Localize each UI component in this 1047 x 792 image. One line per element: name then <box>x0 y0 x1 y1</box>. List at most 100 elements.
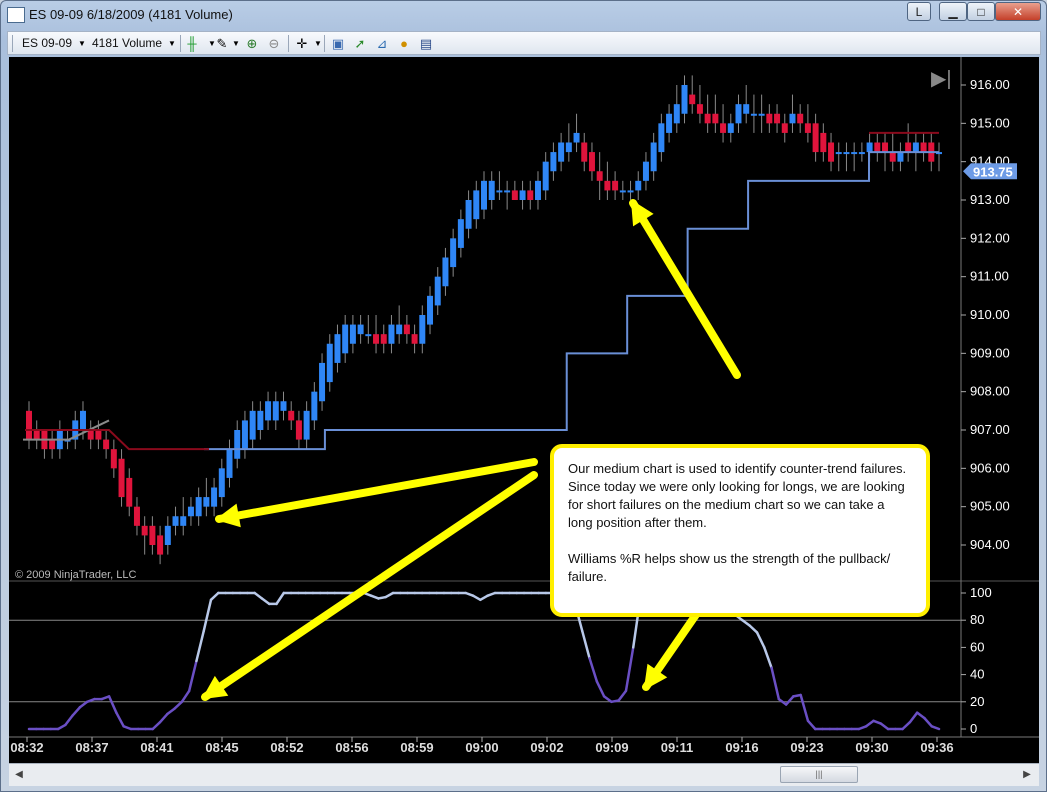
link-button[interactable]: L <box>907 2 931 21</box>
scroll-thumb[interactable]: ||| <box>780 766 858 783</box>
candle-body[interactable] <box>581 142 588 162</box>
candle-body[interactable] <box>272 401 279 421</box>
candle-body[interactable] <box>534 180 541 200</box>
indicators-icon[interactable]: ⊿ <box>374 36 390 52</box>
candle-body[interactable] <box>835 152 842 155</box>
candle-body[interactable] <box>843 152 850 155</box>
candle-body[interactable] <box>103 439 110 450</box>
candle-body[interactable] <box>797 113 804 124</box>
candle-body[interactable] <box>882 142 889 153</box>
horizontal-scrollbar[interactable]: ◀ ||| ▶ <box>9 763 1039 786</box>
chart-svg[interactable]: 916.00915.00914.00913.00912.00911.00910.… <box>9 57 1039 763</box>
candle-body[interactable] <box>781 123 788 133</box>
candle-body[interactable] <box>419 315 426 344</box>
candle-body[interactable] <box>265 401 272 421</box>
candle-body[interactable] <box>889 152 896 162</box>
candle-body[interactable] <box>874 142 881 153</box>
chevron-down-icon[interactable]: ▼ <box>228 36 244 52</box>
candle-body[interactable] <box>473 190 480 220</box>
candle-body[interactable] <box>828 142 835 162</box>
candle-body[interactable] <box>126 477 133 507</box>
candle-body[interactable] <box>488 180 495 200</box>
candle-body[interactable] <box>920 142 927 153</box>
candle-body[interactable] <box>642 161 649 181</box>
candle-body[interactable] <box>612 180 619 191</box>
coin-icon[interactable]: ● <box>396 36 412 52</box>
interval-selector[interactable]: 4181 Volume <box>92 36 162 50</box>
candle-body[interactable] <box>905 142 912 153</box>
candle-body[interactable] <box>758 113 765 116</box>
candle-body[interactable] <box>565 142 572 153</box>
chevron-down-icon[interactable]: ▼ <box>164 36 180 52</box>
candle-body[interactable] <box>704 113 711 124</box>
candle-body[interactable] <box>349 324 356 344</box>
candle-body[interactable] <box>588 152 595 172</box>
candle-body[interactable] <box>511 190 518 200</box>
candle-body[interactable] <box>696 104 703 114</box>
candle-body[interactable] <box>504 190 511 193</box>
candle-body[interactable] <box>164 525 171 545</box>
candle-body[interactable] <box>573 132 580 143</box>
candle-body[interactable] <box>812 123 819 153</box>
candle-body[interactable] <box>157 535 164 555</box>
candle-body[interactable] <box>866 142 873 153</box>
minimize-button[interactable]: ▁ <box>939 2 967 21</box>
candle-body[interactable] <box>326 343 333 383</box>
scroll-right-icon[interactable]: ▶ <box>1019 767 1035 783</box>
candle-body[interactable] <box>550 152 557 172</box>
candle-body[interactable] <box>820 132 827 153</box>
chart-panel[interactable]: 916.00 915.00 914.00 913.00 912.00 911.00 910.… <box>9 57 1039 763</box>
candle-body[interactable] <box>411 334 418 344</box>
candle-body[interactable] <box>558 142 565 162</box>
candle-body[interactable] <box>858 152 865 155</box>
candle-body[interactable] <box>396 324 403 335</box>
candle-body[interactable] <box>735 104 742 124</box>
candle-body[interactable] <box>681 85 688 114</box>
candle-body[interactable] <box>373 334 380 344</box>
candle-body[interactable] <box>365 334 372 337</box>
candle-body[interactable] <box>141 525 148 536</box>
candle-body[interactable] <box>288 410 295 421</box>
instrument-selector[interactable]: ES 09-09 <box>22 36 72 50</box>
candle-body[interactable] <box>226 449 233 478</box>
candle-body[interactable] <box>481 180 487 210</box>
candle-body[interactable] <box>303 410 310 440</box>
candle-body[interactable] <box>149 525 156 545</box>
bar-style-icon[interactable]: ╫ <box>184 36 200 52</box>
candle-body[interactable] <box>211 487 218 507</box>
candle-body[interactable] <box>527 190 534 200</box>
candle-body[interactable] <box>658 123 665 153</box>
candle-body[interactable] <box>342 324 349 354</box>
candle-body[interactable] <box>110 449 117 469</box>
candle-body[interactable] <box>743 104 750 114</box>
candle-body[interactable] <box>727 123 734 133</box>
candle-body[interactable] <box>257 410 264 430</box>
candle-body[interactable] <box>49 439 56 450</box>
candle-body[interactable] <box>774 113 781 124</box>
candle-body[interactable] <box>280 401 287 411</box>
candle-body[interactable] <box>450 238 457 268</box>
candle-body[interactable] <box>79 410 86 430</box>
candle-body[interactable] <box>434 276 441 306</box>
candle-body[interactable] <box>26 410 32 440</box>
candle-body[interactable] <box>542 161 549 191</box>
candle-body[interactable] <box>912 142 919 153</box>
candle-body[interactable] <box>457 219 464 248</box>
candle-body[interactable] <box>673 104 680 124</box>
candle-body[interactable] <box>187 506 194 517</box>
candle-body[interactable] <box>427 295 434 325</box>
properties-icon[interactable]: ▣ <box>330 36 346 52</box>
candle-body[interactable] <box>720 123 727 133</box>
candle-body[interactable] <box>897 152 904 162</box>
candle-body[interactable] <box>650 142 657 172</box>
candle-body[interactable] <box>604 180 611 191</box>
maximize-button[interactable]: □ <box>967 2 995 21</box>
candle-body[interactable] <box>87 430 94 440</box>
candle-body[interactable] <box>234 430 241 459</box>
scroll-left-icon[interactable]: ◀ <box>11 767 27 783</box>
candle-body[interactable] <box>712 113 719 124</box>
candle-body[interactable] <box>249 410 256 440</box>
candle-body[interactable] <box>596 171 603 181</box>
candle-body[interactable] <box>241 420 248 450</box>
candle-body[interactable] <box>172 516 179 526</box>
